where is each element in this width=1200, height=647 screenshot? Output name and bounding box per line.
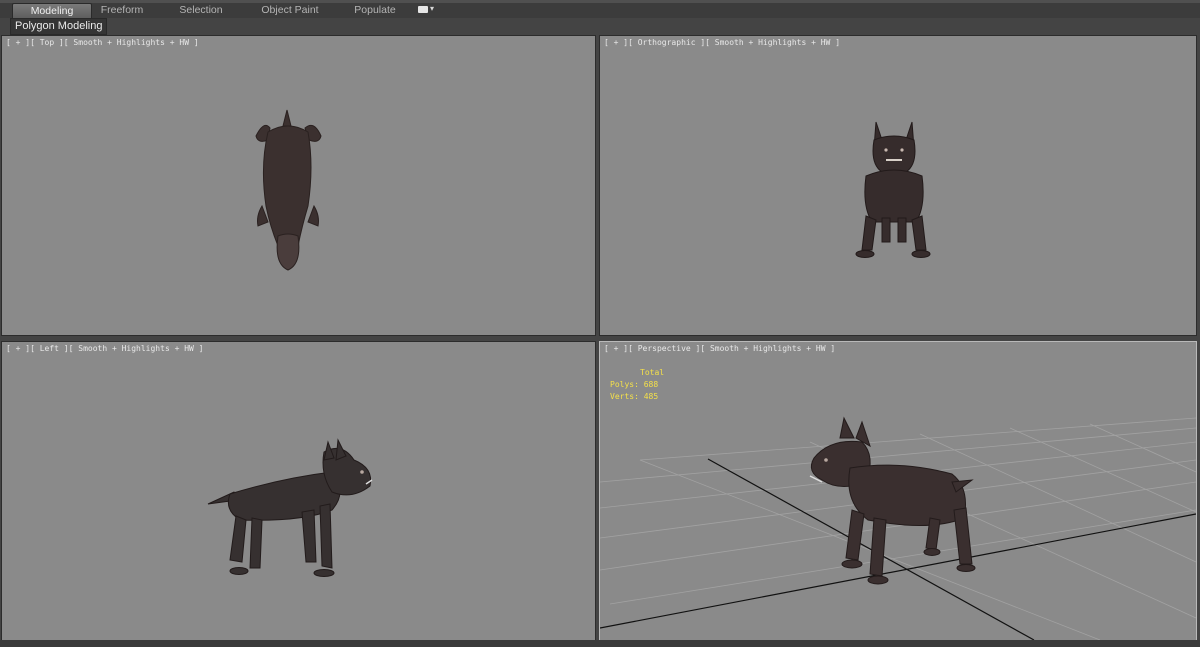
dog-model-front: [855, 121, 931, 258]
camera-icon: [418, 6, 428, 13]
ribbon-options-dropdown[interactable]: ▾: [418, 4, 440, 16]
viewport-perspective[interactable]: [ + ][ Perspective ][ Smooth + Highlight…: [599, 341, 1197, 641]
perspective-scene: [600, 416, 1196, 640]
ribbon-tab-bar: Modeling Freeform Selection Object Paint…: [0, 0, 1200, 19]
tab-modeling[interactable]: Modeling: [12, 3, 92, 19]
tab-object-paint[interactable]: Object Paint: [252, 3, 328, 17]
viewport-top[interactable]: [ + ][ Top ][ Smooth + Highlights + HW ]: [1, 35, 596, 336]
tab-selection[interactable]: Selection: [166, 3, 236, 17]
viewport-orthographic[interactable]: [ + ][ Orthographic ][ Smooth + Highligh…: [599, 35, 1197, 336]
home-grid: [600, 417, 1196, 640]
dog-model-top: [255, 109, 322, 271]
chevron-down-icon: ▾: [430, 4, 435, 13]
viewport-left[interactable]: [ + ][ Left ][ Smooth + Highlights + HW …: [1, 341, 596, 641]
tab-freeform[interactable]: Freeform: [88, 3, 156, 17]
ribbon-panel-bar: Polygon Modeling: [0, 18, 1200, 35]
bottom-strip: [0, 640, 1200, 647]
grid-axis-x: [600, 513, 1196, 629]
dog-model-side: [207, 438, 373, 577]
tab-populate[interactable]: Populate: [343, 3, 407, 17]
panel-label-polygon-modeling[interactable]: Polygon Modeling: [10, 18, 108, 35]
